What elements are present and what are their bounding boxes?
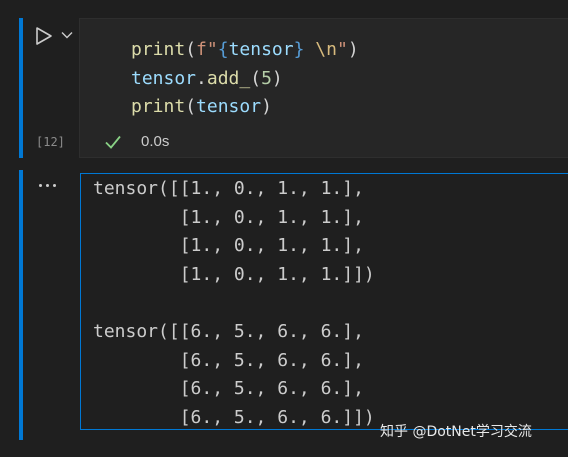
- cell-focus-bar: [19, 18, 23, 158]
- run-options-dropdown[interactable]: [60, 28, 74, 42]
- output-focus-bar: [19, 170, 23, 440]
- run-cell-button[interactable]: [31, 24, 55, 48]
- ellipsis-icon: [39, 184, 42, 187]
- output-menu-button[interactable]: [37, 174, 59, 188]
- play-icon: [36, 27, 52, 45]
- code-line[interactable]: print(tensor): [131, 93, 359, 122]
- execution-time: 0.0s: [141, 133, 170, 150]
- check-icon: [105, 135, 121, 149]
- watermark: 知乎 @DotNet学习交流: [380, 424, 532, 440]
- code-line[interactable]: print(f"{tensor} \n"): [131, 36, 359, 65]
- output-text: tensor([[1., 0., 1., 1.], [1., 0., 1., 1…: [93, 178, 375, 428]
- chevron-down-icon: [61, 32, 73, 39]
- code-content[interactable]: print(f"{tensor} \n") tensor.add_(5) print…: [131, 36, 359, 122]
- execution-count: [12]: [36, 135, 65, 149]
- code-line[interactable]: tensor.add_(5): [131, 65, 359, 94]
